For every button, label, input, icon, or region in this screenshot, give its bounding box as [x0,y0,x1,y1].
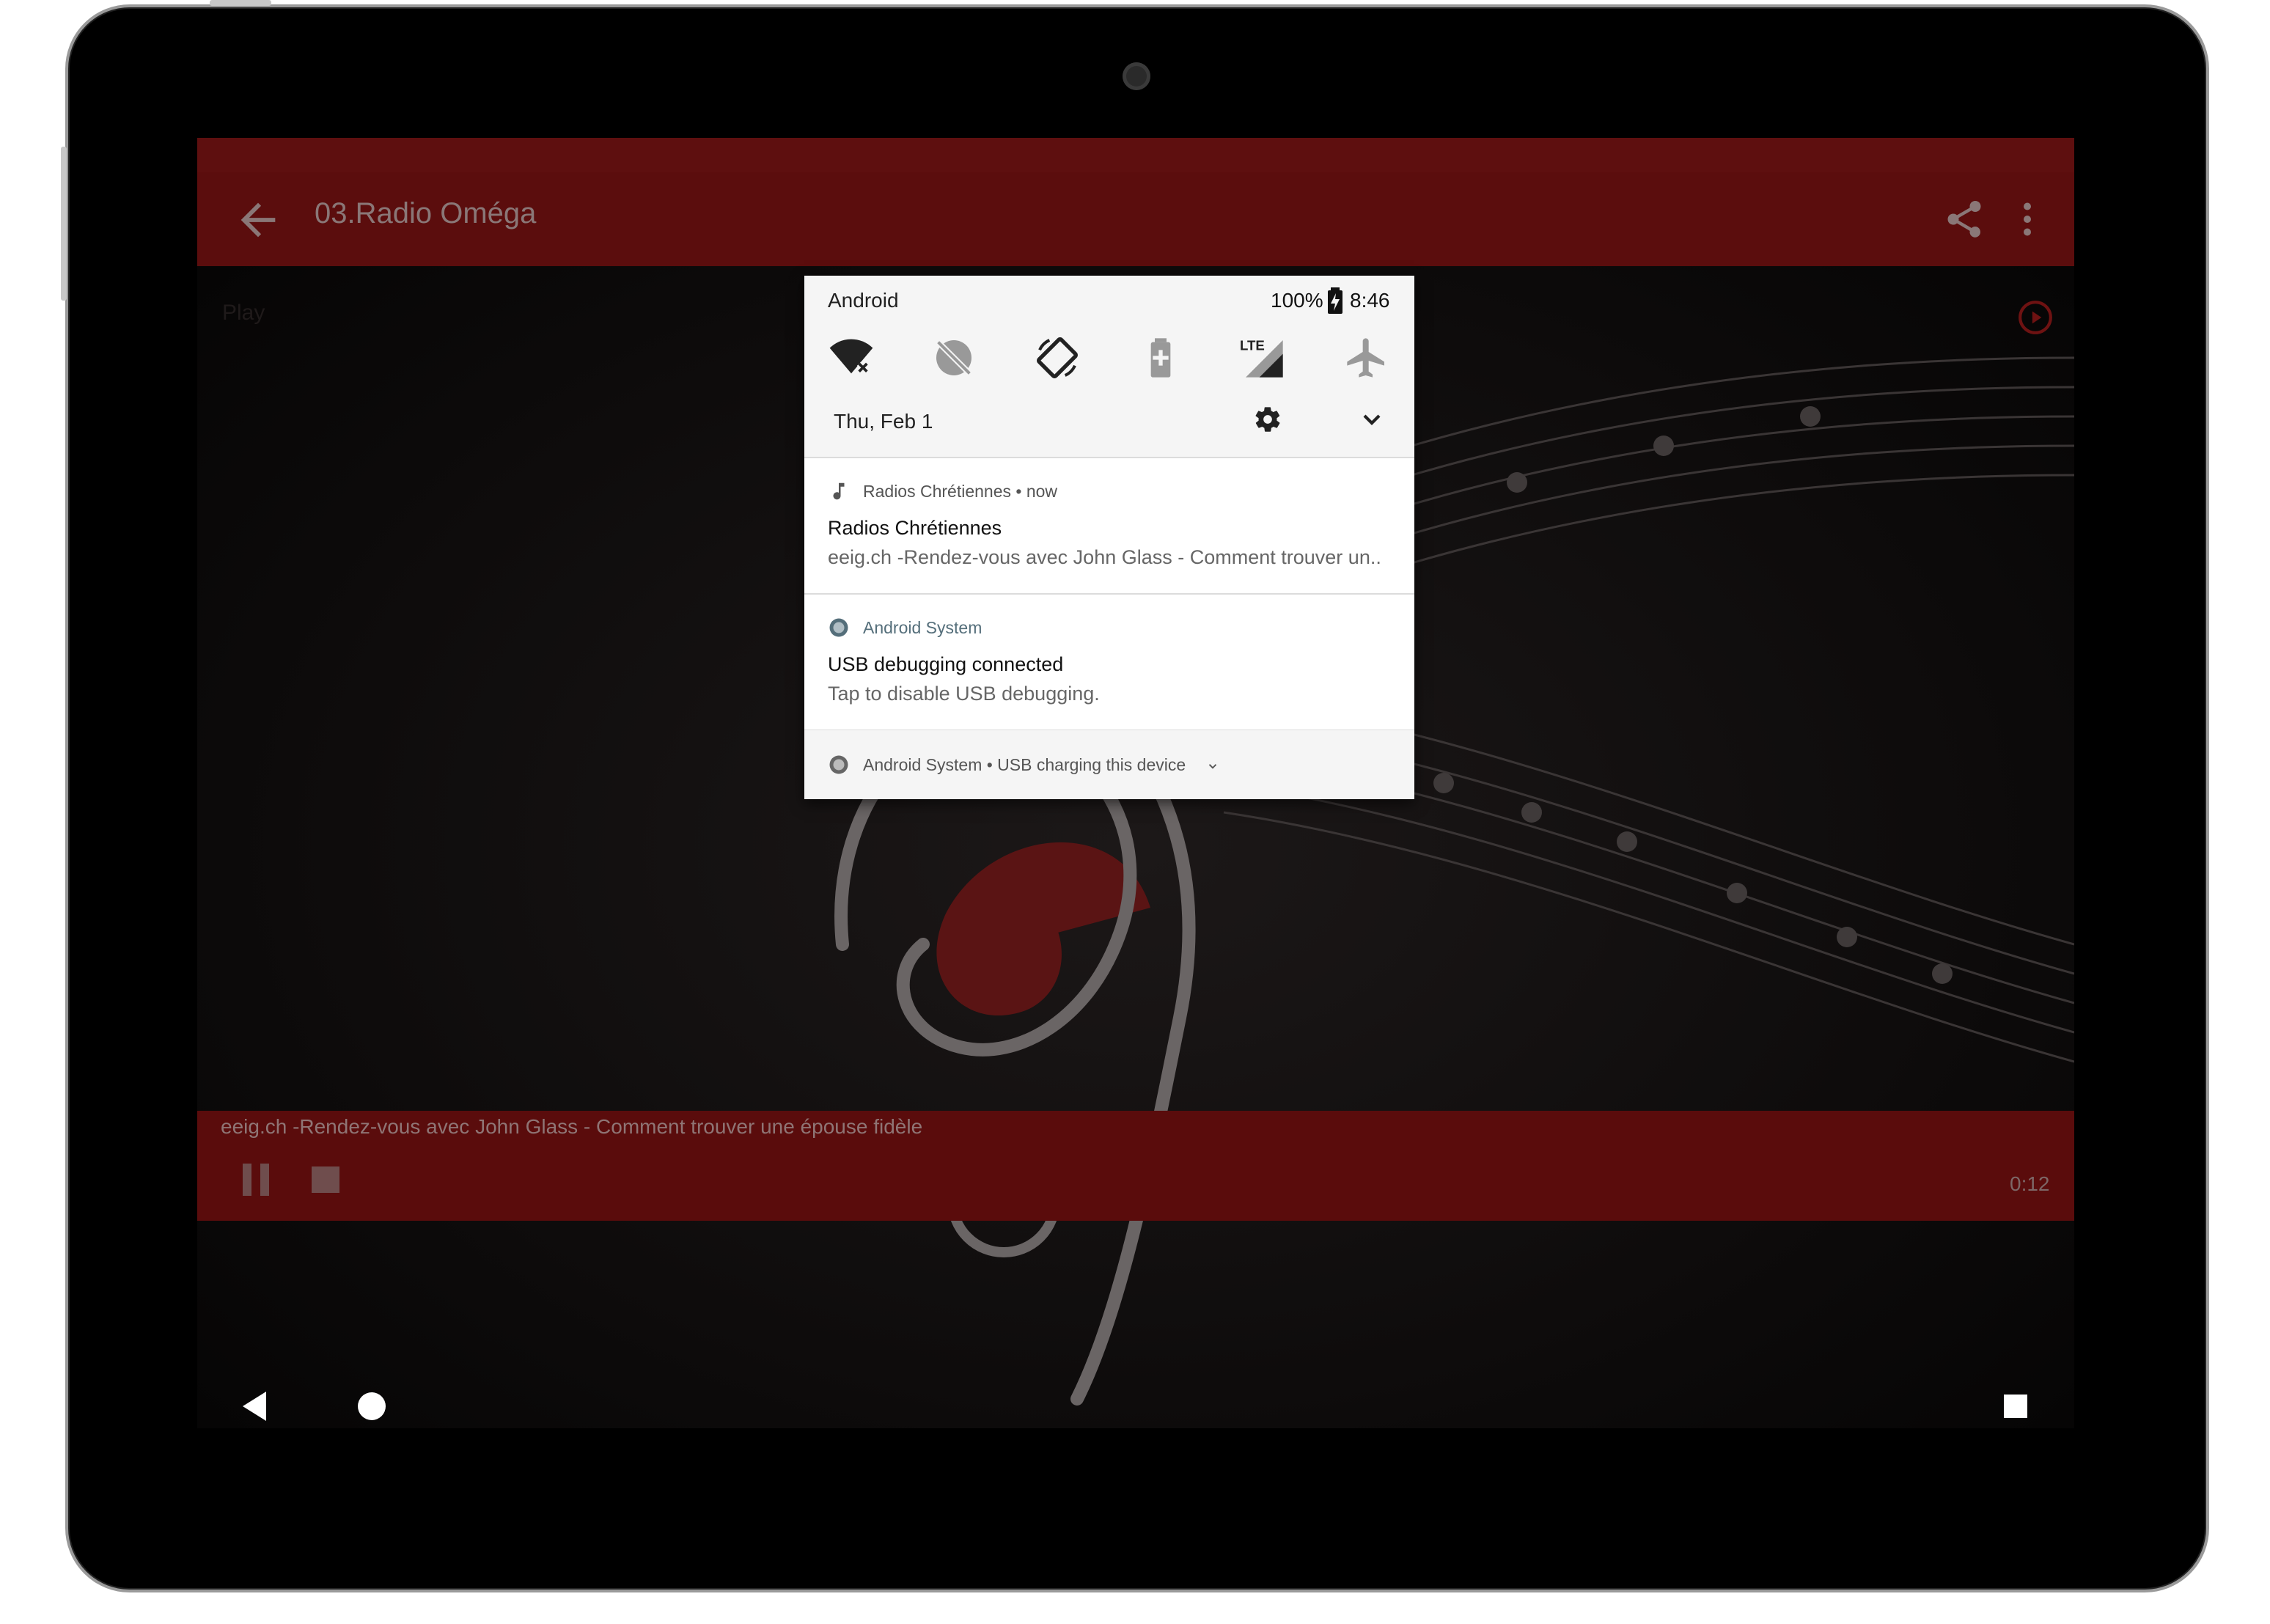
player-bar: eeig.ch -Rendez-vous avec John Glass - C… [197,1111,2074,1221]
lte-signal-icon[interactable]: LTE [1240,334,1287,381]
android-system-icon [829,618,848,637]
play-label[interactable]: Play [222,301,265,326]
notification-text: eeig.ch -Rendez-vous avec John Glass - C… [828,546,1381,568]
do-not-disturb-icon[interactable] [930,334,977,381]
page-title: 03.Radio Oméga [315,197,537,229]
notification-app-name: Android System [863,618,982,637]
nav-recents-icon[interactable] [2002,1393,2029,1419]
expand-chevron-icon[interactable] [1206,760,1219,773]
power-button [210,0,271,6]
battery-saver-icon[interactable] [1137,334,1184,381]
app-bar: 03.Radio Oméga [197,172,2074,266]
battery-percent: 100% [1271,289,1323,312]
notification-app-name: Radios Chrétiennes • now [863,482,1058,501]
notification-usb-charging[interactable]: Android System • USB charging this devic… [804,730,1414,799]
play-circle-icon[interactable] [2017,299,2054,336]
pause-icon[interactable] [240,1162,273,1197]
airplane-mode-icon[interactable] [1343,334,1390,381]
now-playing-text: eeig.ch -Rendez-vous avec John Glass - C… [221,1115,923,1138]
screen: 03.Radio Oméga Play eeig.ch -Rendez-vous… [197,138,2074,1428]
nav-home-icon[interactable] [357,1392,386,1421]
date-label: Thu, Feb 1 [834,410,933,433]
battery-charging-icon [1328,287,1342,314]
status-bar [197,138,2074,172]
wifi-off-icon[interactable] [828,334,875,381]
notification-shade: Android 100% 8:46 LTE Thu, Feb 1 Radios … [804,276,1414,799]
share-icon[interactable] [1942,197,1986,241]
nav-back-icon[interactable] [240,1390,269,1422]
notification-summary: Android System • USB charging this devic… [863,755,1186,774]
overflow-menu-icon[interactable] [2005,197,2049,241]
notification-text: Tap to disable USB debugging. [828,683,1100,705]
carrier-label: Android [828,289,899,312]
notification-title: USB debugging connected [828,653,1064,675]
volume-button [61,147,67,301]
svg-text:LTE: LTE [1240,337,1265,353]
front-camera [1123,62,1150,90]
stop-icon[interactable] [312,1166,339,1193]
quick-settings: Android 100% 8:46 LTE Thu, Feb 1 [804,276,1414,458]
settings-gear-icon[interactable] [1253,405,1282,434]
back-arrow-icon[interactable] [232,194,284,246]
clock: 8:46 [1350,289,1390,312]
notification-radio[interactable]: Radios Chrétiennes • now Radios Chrétien… [804,458,1414,595]
chevron-down-icon[interactable] [1357,405,1386,434]
notification-title: Radios Chrétiennes [828,517,1002,539]
notification-usb-debugging[interactable]: Android System USB debugging connected T… [804,595,1414,731]
android-system-icon [829,755,848,774]
music-note-icon [833,482,845,500]
auto-rotate-icon[interactable] [1034,334,1081,381]
elapsed-time: 0:12 [2010,1172,2050,1195]
